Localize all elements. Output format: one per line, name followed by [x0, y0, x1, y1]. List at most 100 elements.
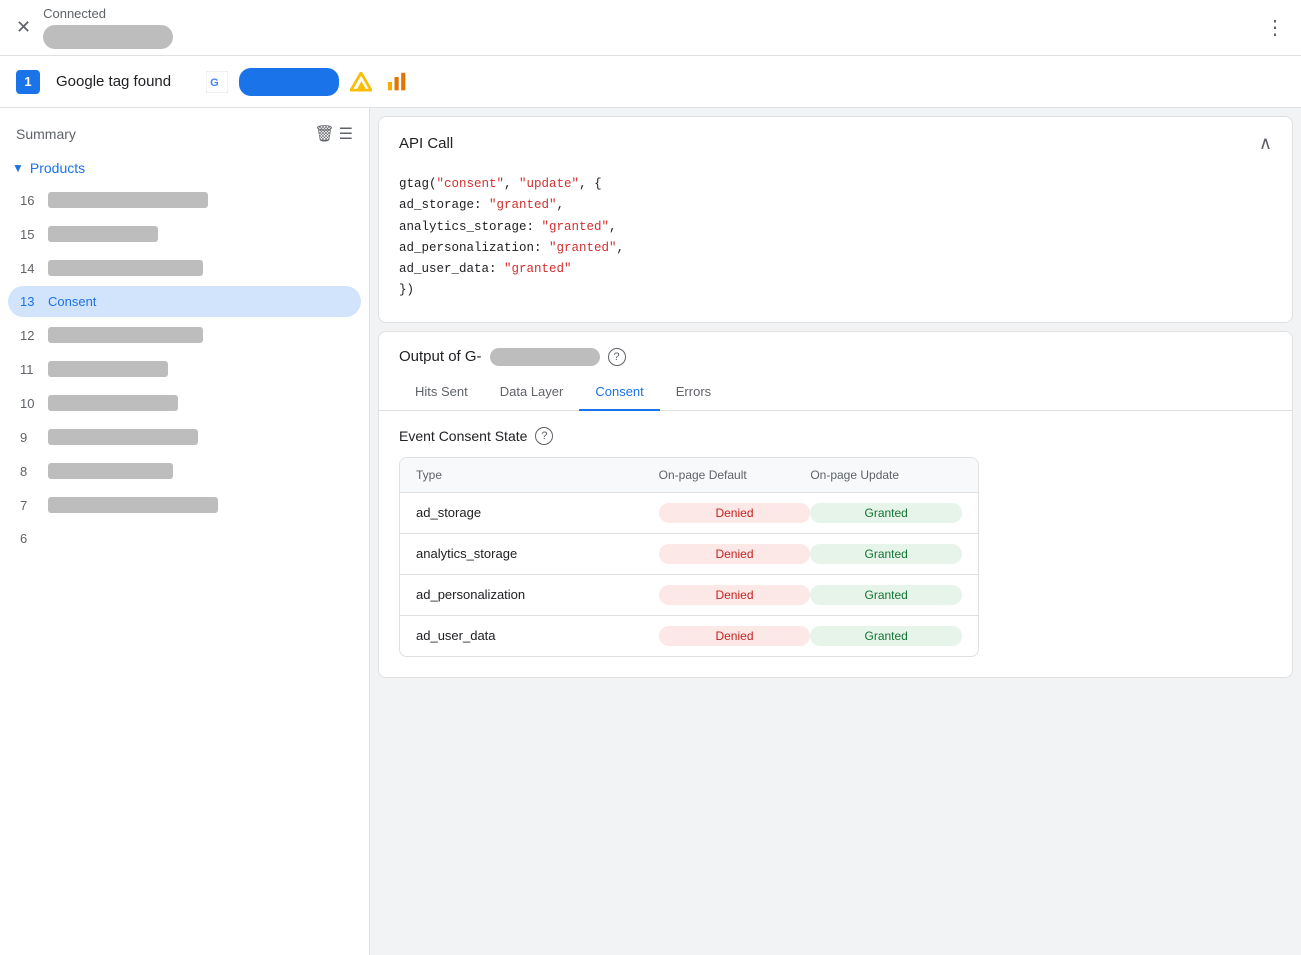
close-icon[interactable]: ✕ — [16, 17, 31, 38]
status-badge-denied: Denied — [659, 544, 811, 564]
item-number: 11 — [20, 362, 40, 377]
api-call-header: API Call ∧ — [379, 117, 1292, 162]
consent-type: ad_storage — [416, 505, 659, 520]
item-label: Consent — [48, 294, 96, 309]
item-number: 8 — [20, 464, 40, 479]
main-layout: Summary 🗑 ☰ ▼ Products 16 15 14 — [0, 108, 1301, 955]
tab-errors[interactable]: Errors — [660, 374, 727, 411]
tag-found-label: Google tag found — [56, 73, 171, 90]
code-text: , { — [579, 177, 602, 191]
tab-consent[interactable]: Consent — [579, 374, 659, 411]
item-number: 9 — [20, 430, 40, 445]
item-number: 14 — [20, 261, 40, 276]
status-badge-granted: Granted — [810, 585, 962, 605]
sidebar-summary: Summary 🗑 ☰ — [0, 108, 369, 152]
item-bar — [48, 497, 218, 513]
code-string: "granted" — [489, 198, 557, 212]
sidebar-item-9[interactable]: 9 — [8, 421, 361, 453]
sidebar-items: 16 15 14 13 Consent 12 — [0, 184, 369, 554]
item-number: 15 — [20, 227, 40, 242]
tabs: Hits Sent Data Layer Consent Errors — [379, 374, 1292, 411]
consent-type: ad_personalization — [416, 587, 659, 602]
code-line-2: ad_storage: "granted", — [399, 195, 1272, 216]
code-line-5: ad_user_data: "granted" — [399, 259, 1272, 280]
code-text: analytics_storage: — [399, 220, 542, 234]
sidebar-item-12[interactable]: 12 — [8, 319, 361, 351]
item-number: 6 — [20, 531, 40, 546]
sidebar-item-10[interactable]: 10 — [8, 387, 361, 419]
code-text: ad_user_data: — [399, 262, 504, 276]
more-menu-icon[interactable]: ⋮ — [1265, 15, 1285, 40]
sidebar-item-8[interactable]: 8 — [8, 455, 361, 487]
code-text: , — [609, 220, 617, 234]
tag-icons: G — [203, 68, 411, 96]
code-line-4: ad_personalization: "granted", — [399, 238, 1272, 259]
item-number: 7 — [20, 498, 40, 513]
code-string: "granted" — [542, 220, 610, 234]
item-bar — [48, 192, 208, 208]
output-header: Output of G- ? — [379, 332, 1292, 366]
item-number: 16 — [20, 193, 40, 208]
event-consent-label: Event Consent State — [399, 428, 527, 444]
col-default: On-page Default — [659, 468, 811, 482]
code-text: ad_personalization: — [399, 241, 549, 255]
products-header[interactable]: ▼ Products — [0, 152, 369, 184]
status-badge-denied: Denied — [659, 626, 811, 646]
connected-text: Connected — [43, 6, 173, 21]
tag-id-pill — [239, 68, 339, 96]
event-consent-help-icon[interactable]: ? — [535, 427, 553, 445]
code-text: }) — [399, 283, 414, 297]
chevron-down-icon: ▼ — [12, 161, 24, 175]
item-number: 10 — [20, 396, 40, 411]
sidebar-item-7[interactable]: 7 — [8, 489, 361, 521]
api-call-title: API Call — [399, 135, 453, 152]
content-area: API Call ∧ gtag("consent", "update", { a… — [370, 108, 1301, 955]
sidebar-item-15[interactable]: 15 — [8, 218, 361, 250]
code-line-6: }) — [399, 280, 1272, 301]
item-bar — [48, 463, 173, 479]
code-text: , — [617, 241, 625, 255]
consent-type: ad_user_data — [416, 628, 659, 643]
list-icon[interactable]: ☰ — [339, 124, 353, 144]
sidebar: Summary 🗑 ☰ ▼ Products 16 15 14 — [0, 108, 370, 955]
tag-badge: 1 — [16, 70, 40, 94]
google-ads-icon — [347, 68, 375, 96]
tab-hits-sent[interactable]: Hits Sent — [399, 374, 484, 411]
col-update: On-page Update — [810, 468, 962, 482]
item-bar — [48, 429, 198, 445]
sidebar-item-14[interactable]: 14 — [8, 252, 361, 284]
top-bar: ✕ Connected ⋮ — [0, 0, 1301, 56]
item-number: 13 — [20, 294, 40, 309]
sidebar-item-13[interactable]: 13 Consent — [8, 286, 361, 317]
output-id-pill — [490, 348, 600, 366]
status-badge-denied: Denied — [659, 503, 811, 523]
trash-icon[interactable]: 🗑 — [314, 124, 334, 144]
consent-type: analytics_storage — [416, 546, 659, 561]
status-badge-granted: Granted — [810, 626, 962, 646]
tab-data-layer[interactable]: Data Layer — [484, 374, 580, 411]
sidebar-item-6[interactable]: 6 — [8, 523, 361, 554]
consent-body: Event Consent State ? Type On-page Defau… — [379, 411, 1292, 677]
code-line-3: analytics_storage: "granted", — [399, 217, 1272, 238]
collapse-icon[interactable]: ∧ — [1259, 133, 1272, 154]
code-text: , — [557, 198, 565, 212]
tag-bar: 1 Google tag found G — [0, 56, 1301, 108]
status-badge-granted: Granted — [810, 544, 962, 564]
status-badge-denied: Denied — [659, 585, 811, 605]
help-icon[interactable]: ? — [608, 348, 626, 366]
gtm-icon: G — [203, 68, 231, 96]
analytics-icon — [383, 68, 411, 96]
consent-table: Type On-page Default On-page Update ad_s… — [399, 457, 979, 657]
output-title: Output of G- — [399, 348, 482, 365]
table-row: analytics_storage Denied Granted — [400, 534, 978, 575]
sidebar-item-16[interactable]: 16 — [8, 184, 361, 216]
api-code-block: gtag("consent", "update", { ad_storage: … — [379, 162, 1292, 322]
code-string: "granted" — [549, 241, 617, 255]
summary-label: Summary — [16, 126, 76, 142]
output-section: Output of G- ? Hits Sent Data Layer Cons… — [378, 331, 1293, 678]
code-string: "consent" — [437, 177, 505, 191]
code-line-1: gtag("consent", "update", { — [399, 174, 1272, 195]
sidebar-item-11[interactable]: 11 — [8, 353, 361, 385]
item-bar — [48, 226, 158, 242]
summary-icons: 🗑 ☰ — [314, 124, 353, 144]
